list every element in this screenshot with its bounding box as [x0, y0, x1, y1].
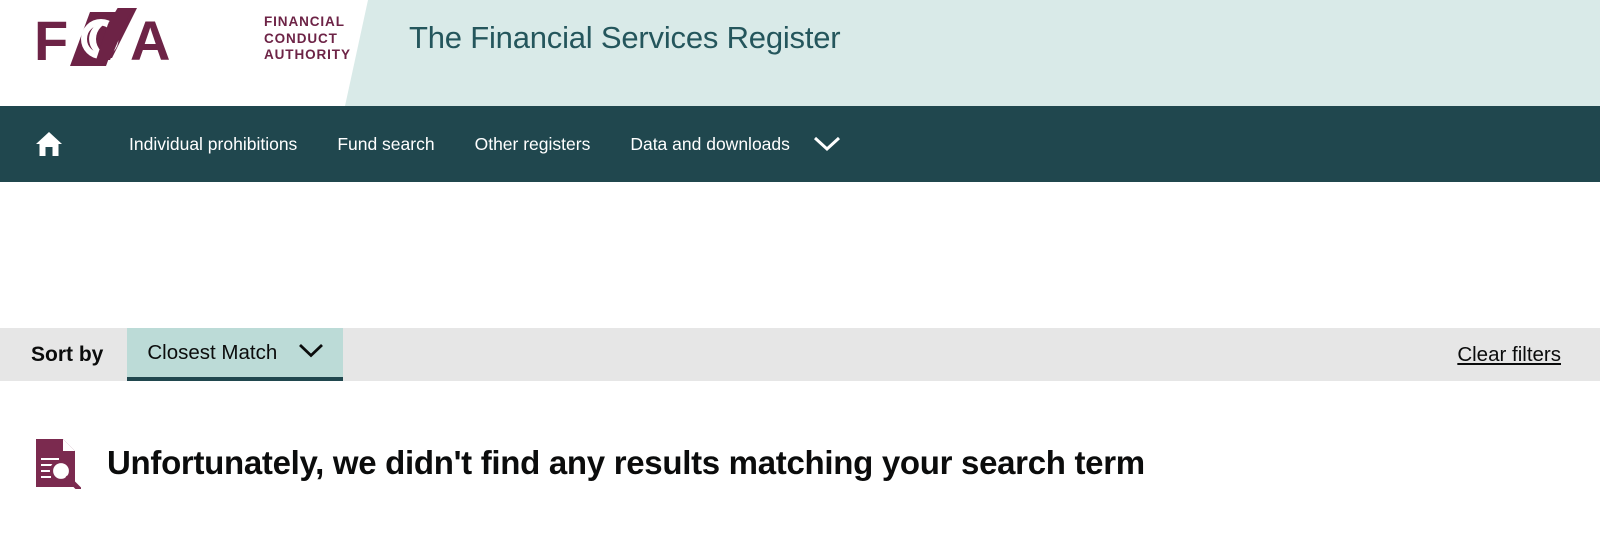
sort-by-dropdown[interactable]: Closest Match — [127, 328, 344, 381]
chevron-down-icon — [297, 342, 325, 364]
chevron-down-icon[interactable] — [810, 129, 852, 159]
page-title: The Financial Services Register — [409, 20, 841, 55]
clear-filters-link[interactable]: Clear filters — [1457, 343, 1561, 367]
nav-links: Individual prohibitions Fund search Othe… — [109, 128, 852, 161]
main-navigation: Individual prohibitions Fund search Othe… — [0, 106, 1600, 182]
chevron-down-icon-glyph — [299, 343, 324, 357]
document-search-icon — [36, 439, 81, 489]
nav-item-individual-prohibitions[interactable]: Individual prohibitions — [109, 128, 317, 161]
no-results-text: Unfortunately, we didn't find any result… — [107, 444, 1145, 481]
sort-filter-bar: Sort by Closest Match Clear filters — [0, 328, 1600, 381]
home-icon-glyph — [36, 132, 62, 156]
svg-text:F: F — [34, 9, 68, 70]
nav-item-fund-search[interactable]: Fund search — [317, 128, 454, 161]
results-area: Unfortunately, we didn't find any result… — [0, 381, 1600, 518]
sort-by-selected-value: Closest Match — [147, 340, 278, 364]
home-icon[interactable] — [26, 121, 72, 167]
chevron-down-icon-glyph — [813, 136, 840, 152]
masthead: F A FINANCIAL CONDUCT AUTHORITY The Fina… — [0, 0, 1600, 106]
fca-logo[interactable]: F A FINANCIAL CONDUCT AUTHORITY — [34, 0, 351, 78]
fca-logo-mark: F A — [34, 8, 170, 70]
fca-logo-word-line-1: FINANCIAL — [264, 14, 345, 30]
nav-item-other-registers[interactable]: Other registers — [455, 128, 611, 161]
fca-logo-wordmark: FINANCIAL CONDUCT AUTHORITY — [264, 14, 351, 64]
fca-logo-word-line-3: AUTHORITY — [264, 47, 351, 63]
search-panel: Enter a name or reference number Postcod… — [0, 182, 1600, 490]
svg-text:A: A — [130, 9, 170, 70]
fca-logo-word-line-2: CONDUCT — [264, 30, 338, 46]
no-results-message: Unfortunately, we didn't find any result… — [33, 437, 1145, 489]
nav-item-data-and-downloads[interactable]: Data and downloads — [610, 128, 810, 161]
sort-by-label: Sort by — [31, 342, 104, 366]
